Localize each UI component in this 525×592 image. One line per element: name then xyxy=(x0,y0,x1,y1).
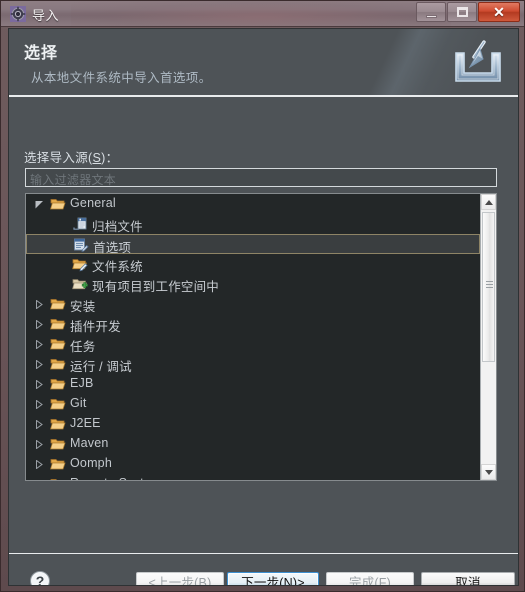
tree-item-selected[interactable]: 首选项 xyxy=(26,234,480,255)
tree-item-row[interactable]: 现有项目到工作空间中 xyxy=(26,274,480,294)
tree-item-label: Git xyxy=(70,396,87,410)
next-button[interactable]: 下一步(N)> xyxy=(227,572,319,586)
page-description: 从本地文件系统中导入首选项。 xyxy=(31,71,212,85)
scroll-thumb[interactable] xyxy=(482,212,495,362)
tree-viewport: General 归档文件 首选项文件系统现有项目到工作空间中安装插件开发任务运行 /… xyxy=(26,194,480,480)
import-wizard-window: 导入 ✕ 选择 从本地文件系统中导入首选项。 选择导入源(S)： 输入过滤器文本… xyxy=(0,0,525,592)
minimize-button[interactable] xyxy=(416,2,446,22)
mnemonic-key: S xyxy=(92,151,102,165)
chevron-right-icon[interactable] xyxy=(32,314,46,334)
tree-item-label: 归档文件 xyxy=(92,220,143,234)
folder-open-icon xyxy=(50,416,66,432)
tree-item-row[interactable]: General xyxy=(26,194,480,214)
close-button[interactable]: ✕ xyxy=(478,2,520,22)
folder-open-icon xyxy=(50,336,66,352)
tree-item-label: 安装 xyxy=(70,300,96,314)
minimize-icon xyxy=(426,15,437,18)
tree-item-row[interactable]: Git xyxy=(26,394,480,414)
tree-item-row[interactable]: Remote Systems xyxy=(26,474,480,480)
help-icon[interactable]: ? xyxy=(29,570,51,586)
filter-input[interactable]: 输入过滤器文本 xyxy=(25,168,497,187)
tree-item-row[interactable]: Maven xyxy=(26,434,480,454)
tree-item-label: General xyxy=(70,196,116,210)
dialog-body: 选择导入源(S)： 输入过滤器文本 General 归档文件 首选项文件系统现有项目… xyxy=(9,97,518,553)
title-bar[interactable]: 导入 ✕ xyxy=(1,1,524,27)
chevron-right-icon[interactable] xyxy=(32,294,46,314)
window-title: 导入 xyxy=(32,8,60,23)
existing-projects-icon xyxy=(72,276,88,292)
scroll-thumb-grip xyxy=(486,281,493,288)
eclipse-gear-icon xyxy=(10,6,26,22)
chevron-right-icon[interactable] xyxy=(32,454,46,474)
tree-item-row[interactable]: 归档文件 xyxy=(26,214,480,234)
tree-item-row[interactable]: 任务 xyxy=(26,334,480,354)
chevron-right-icon[interactable] xyxy=(32,334,46,354)
svg-text:?: ? xyxy=(36,573,45,586)
import-source-label: 选择导入源(S)： xyxy=(24,151,119,165)
folder-open-icon xyxy=(50,296,66,312)
scroll-up-triangle xyxy=(485,200,493,205)
chevron-right-icon[interactable] xyxy=(32,474,46,480)
chevron-right-icon[interactable] xyxy=(32,434,46,454)
folder-open-icon xyxy=(50,476,66,480)
tree-item-label: J2EE xyxy=(70,416,101,430)
button-bar: ? <上一步(B) 下一步(N)> 完成(F) 取消 xyxy=(9,554,518,585)
tree-item-label: Oomph xyxy=(70,456,112,470)
mnemonic-key: F xyxy=(378,576,387,586)
tree-item-label: Remote Systems xyxy=(70,476,168,480)
tree-item-label: 运行 / 调试 xyxy=(70,360,132,374)
tree-item-label: 插件开发 xyxy=(70,320,121,334)
folder-open-icon xyxy=(50,396,66,412)
chevron-right-icon[interactable] xyxy=(32,374,46,394)
file-system-folder-icon xyxy=(72,256,88,272)
scroll-down-icon[interactable] xyxy=(481,464,496,480)
filter-placeholder-text: 输入过滤器文本 xyxy=(30,173,117,187)
page-title: 选择 xyxy=(24,45,59,62)
scroll-up-icon[interactable] xyxy=(481,194,496,210)
scroll-down-triangle xyxy=(485,470,493,475)
wizard-banner: 选择 从本地文件系统中导入首选项。 xyxy=(9,29,518,95)
preferences-icon xyxy=(73,237,89,253)
folder-open-icon xyxy=(50,456,66,472)
folder-open-icon xyxy=(50,356,66,372)
tree-item-label: 任务 xyxy=(70,340,96,354)
chevron-right-icon[interactable] xyxy=(32,354,46,374)
mnemonic-key: B xyxy=(198,576,208,586)
import-wizard-icon xyxy=(450,37,506,89)
tree-item-label: 文件系统 xyxy=(92,260,143,274)
folder-open-icon xyxy=(50,436,66,452)
tree-item-row[interactable]: EJB xyxy=(26,374,480,394)
tree-item-row[interactable]: 运行 / 调试 xyxy=(26,354,480,374)
tree-vertical-scrollbar[interactable] xyxy=(480,194,496,480)
maximize-icon xyxy=(457,7,468,17)
archive-file-icon xyxy=(72,216,88,232)
back-button[interactable]: <上一步(B) xyxy=(136,572,224,586)
import-source-tree[interactable]: General 归档文件 首选项文件系统现有项目到工作空间中安装插件开发任务运行 /… xyxy=(25,193,497,481)
tree-item-row[interactable]: Oomph xyxy=(26,454,480,474)
maximize-button[interactable] xyxy=(447,2,477,22)
chevron-right-icon[interactable] xyxy=(32,414,46,434)
finish-button[interactable]: 完成(F) xyxy=(326,572,414,586)
dialog-client-area: 选择 从本地文件系统中导入首选项。 选择导入源(S)： 输入过滤器文本 Gene… xyxy=(8,28,519,586)
title-bar-glow xyxy=(71,1,451,26)
mnemonic-key: N xyxy=(283,576,293,586)
tree-item-label: 现有项目到工作空间中 xyxy=(92,280,220,294)
tree-item-row[interactable]: 安装 xyxy=(26,294,480,314)
chevron-down-icon[interactable] xyxy=(32,194,46,214)
tree-item-label: Maven xyxy=(70,436,109,450)
tree-item-row[interactable]: J2EE xyxy=(26,414,480,434)
tree-item-row[interactable]: 插件开发 xyxy=(26,314,480,334)
tree-item-row[interactable]: 文件系统 xyxy=(26,254,480,274)
chevron-right-icon[interactable] xyxy=(32,394,46,414)
close-icon: ✕ xyxy=(493,4,505,20)
folder-open-icon xyxy=(50,196,66,212)
folder-open-icon xyxy=(50,376,66,392)
cancel-button[interactable]: 取消 xyxy=(421,572,515,585)
tree-item-label: EJB xyxy=(70,376,94,390)
folder-open-icon xyxy=(50,316,66,332)
